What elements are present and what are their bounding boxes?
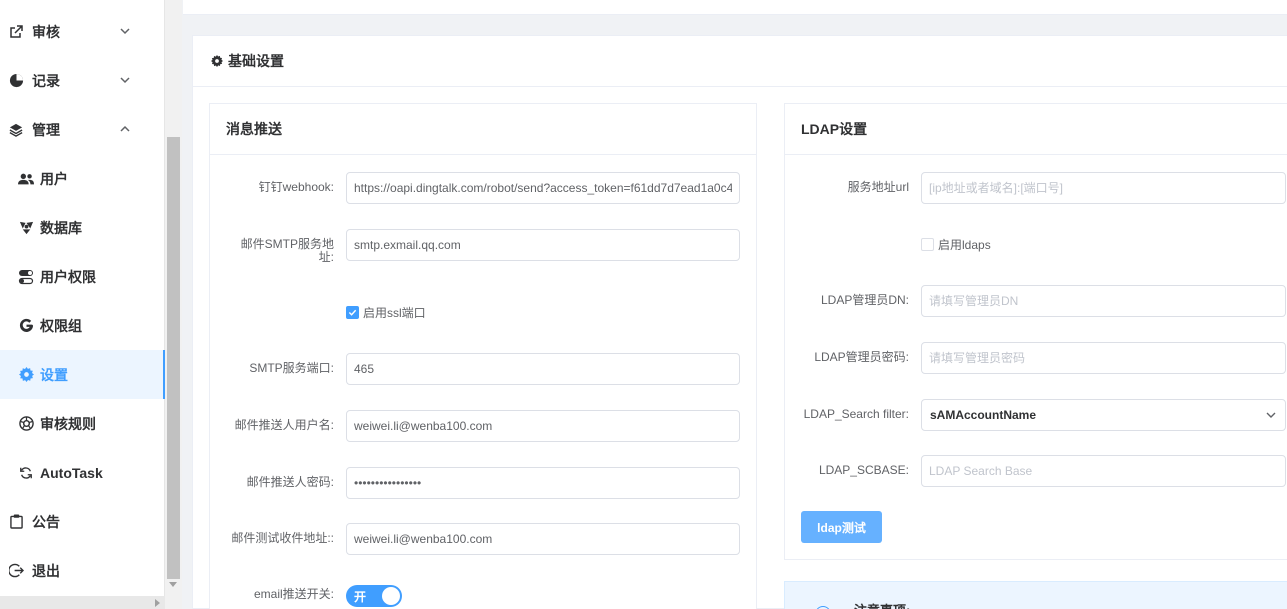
smtp-port-label: SMTP服务端口:: [249, 361, 334, 375]
toggle-icon: [18, 269, 34, 285]
smtp-host-label: 邮件SMTP服务地址:: [240, 237, 334, 264]
gear-icon: [211, 55, 223, 67]
ldap-scbase-input[interactable]: [921, 455, 1286, 487]
sidebar-item-label: 设置: [40, 366, 68, 383]
sidebar-scrollbar-thumb[interactable]: [167, 137, 180, 579]
ldap-scbase-label: LDAP_SCBASE:: [818, 463, 909, 477]
notice-box: 注意事项:: [784, 581, 1287, 609]
ldap-search-filter-label: LDAP_Search filter:: [803, 407, 909, 421]
sidebar-item-database[interactable]: 数据库: [0, 203, 165, 252]
sidebar-item-settings[interactable]: 设置: [0, 350, 165, 399]
external-link-icon: [8, 24, 24, 40]
ldap-test-button[interactable]: ldap测试: [801, 511, 882, 543]
ldaps-checkbox[interactable]: 启用ldaps: [921, 236, 991, 253]
chevron-down-icon: [1266, 412, 1276, 418]
pie-chart-icon: [8, 73, 24, 89]
sidebar-item-permission-groups[interactable]: 权限组: [0, 301, 165, 350]
switch-text: 开: [354, 589, 367, 604]
sidebar-item-label: 审核规则: [40, 415, 96, 432]
settings-card-header: 基础设置: [193, 36, 1287, 87]
dingtalk-webhook-input[interactable]: [346, 172, 740, 204]
sidebar-item-logout[interactable]: 退出: [0, 546, 165, 595]
switch-knob: [382, 587, 400, 605]
sidebar-item-label: 审核: [32, 23, 60, 40]
select-value: sAMAccountName: [930, 408, 1037, 422]
mail-user-label: 邮件推送人用户名:: [234, 418, 334, 432]
ldap-admin-dn-label: LDAP管理员DN:: [820, 293, 909, 307]
sidebar: 审核 记录 管理 用户 数据库 用户权限 权限组 设置 审核规则 AutoTas…: [0, 0, 165, 609]
smtp-host-input[interactable]: [346, 229, 740, 261]
ldap-admin-password-input[interactable]: [921, 342, 1286, 374]
email-push-switch[interactable]: 开: [346, 585, 402, 607]
ldap-admin-password-label: LDAP管理员密码:: [814, 350, 909, 364]
ldap-url-input[interactable]: [921, 172, 1286, 204]
layers-icon: [8, 122, 24, 138]
chevron-down-icon: [120, 28, 130, 35]
sidebar-item-records[interactable]: 记录: [0, 56, 165, 105]
checkbox-checked-icon[interactable]: [346, 306, 359, 319]
panel-title: LDAP设置: [785, 104, 1287, 155]
sidebar-item-label: 用户: [40, 170, 68, 187]
scroll-right-arrow-icon[interactable]: [155, 599, 160, 607]
sidebar-item-users[interactable]: 用户: [0, 154, 165, 203]
sidebar-item-audit[interactable]: 审核: [0, 7, 165, 56]
ldap-admin-dn-input[interactable]: [921, 285, 1286, 317]
logout-icon: [8, 563, 24, 579]
page-title: 基础设置: [228, 53, 284, 69]
mail-user-input[interactable]: [346, 410, 740, 442]
checkbox-unchecked-icon[interactable]: [921, 238, 934, 251]
smtp-port-input[interactable]: [346, 353, 740, 385]
ssl-checkbox-label: 启用ssl端口: [363, 306, 426, 320]
mail-password-label: 邮件推送人密码:: [246, 475, 334, 489]
dingtalk-webhook-label: 钉钉webhook:: [258, 180, 334, 194]
email-switch-label: email推送开关:: [253, 587, 334, 601]
notice-title: 注意事项:: [854, 600, 910, 609]
chevron-up-icon: [120, 125, 130, 132]
google-icon: [18, 318, 34, 334]
mail-password-input[interactable]: [346, 467, 740, 499]
sidebar-item-autotask[interactable]: AutoTask: [0, 448, 165, 497]
sidebar-item-label: AutoTask: [40, 464, 103, 481]
sidebar-item-label: 权限组: [40, 317, 82, 334]
sidebar-item-label: 用户权限: [40, 268, 96, 285]
sidebar-item-label: 退出: [32, 562, 60, 579]
aperture-icon: [18, 416, 34, 432]
ldap-search-filter-select[interactable]: sAMAccountName: [921, 399, 1286, 431]
refresh-icon: [18, 465, 34, 481]
database-icon: [18, 220, 34, 236]
panel-title: 消息推送: [210, 104, 756, 155]
sidebar-item-label: 数据库: [40, 219, 82, 236]
mail-test-recipient-label: 邮件测试收件地址::: [231, 531, 334, 545]
users-icon: [18, 171, 34, 187]
scroll-down-arrow-icon[interactable]: [169, 582, 177, 587]
clipboard-icon: [8, 514, 24, 530]
mail-test-recipient-input[interactable]: [346, 523, 740, 555]
sidebar-horizontal-scrollbar[interactable]: [0, 596, 165, 609]
ldaps-checkbox-label: 启用ldaps: [938, 238, 991, 252]
ssl-checkbox[interactable]: 启用ssl端口: [346, 304, 426, 321]
ldap-url-label: 服务地址url: [847, 180, 909, 194]
sidebar-item-label: 管理: [32, 121, 60, 138]
chevron-down-icon: [120, 77, 130, 84]
gear-icon: [18, 367, 34, 383]
sidebar-item-user-permissions[interactable]: 用户权限: [0, 252, 165, 301]
header-strip: [183, 0, 1287, 15]
sidebar-item-announcements[interactable]: 公告: [0, 497, 165, 546]
sidebar-item-audit-rules[interactable]: 审核规则: [0, 399, 165, 448]
sidebar-item-label: 记录: [32, 72, 60, 89]
sidebar-item-label: 公告: [32, 513, 60, 530]
sidebar-item-manage[interactable]: 管理: [0, 105, 165, 154]
